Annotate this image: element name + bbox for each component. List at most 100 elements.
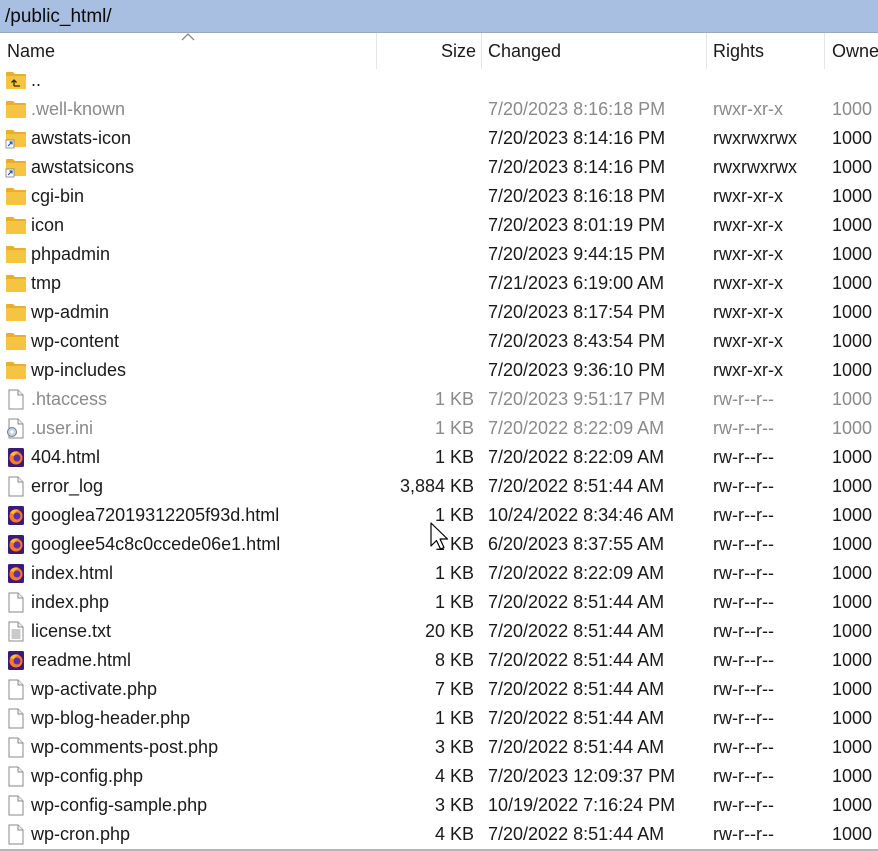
- file-owner: 1000: [832, 418, 873, 438]
- file-icon: [5, 824, 27, 845]
- file-changed: 10/24/2022 8:34:46 AM: [488, 505, 675, 525]
- file-owner: 1000: [832, 244, 873, 264]
- file-row[interactable]: wp-comments-post.php 3 KB 7/20/2022 8:51:4…: [0, 733, 878, 762]
- file-icon: [5, 708, 27, 729]
- file-owner: 1000: [832, 824, 873, 844]
- firefox-html-icon: [5, 534, 27, 555]
- folder-icon: [5, 302, 27, 323]
- file-rights: rw-r--r--: [713, 766, 774, 786]
- file-rights: rw-r--r--: [713, 418, 774, 438]
- file-changed: 7/20/2022 8:51:44 AM: [488, 708, 665, 728]
- folder-icon: [5, 360, 27, 381]
- file-row[interactable]: index.php 1 KB 7/20/2022 8:51:44 AM rw-r--r…: [0, 588, 878, 617]
- file-row[interactable]: cgi-bin 7/20/2023 8:16:18 PM rwxr-xr-x 1000: [0, 182, 878, 211]
- file-name: wp-admin: [31, 302, 110, 322]
- file-row[interactable]: icon 7/20/2023 8:01:19 PM rwxr-xr-x 1000: [0, 211, 878, 240]
- file-owner: 1000: [832, 592, 873, 612]
- file-owner: 1000: [832, 186, 873, 206]
- file-row[interactable]: readme.html 8 KB 7/20/2022 8:51:44 AM rw-r-…: [0, 646, 878, 675]
- file-changed: 7/20/2022 8:22:09 AM: [488, 447, 665, 467]
- file-name: wp-config.php: [31, 766, 144, 786]
- file-owner: 1000: [832, 157, 873, 177]
- folder-icon: [5, 186, 27, 207]
- file-rights: rw-r--r--: [713, 563, 774, 583]
- file-changed: 7/21/2023 6:19:00 AM: [488, 273, 665, 293]
- file-row[interactable]: license.txt 20 KB 7/20/2022 8:51:44 AM rw-r…: [0, 617, 878, 646]
- file-changed: 7/20/2022 8:22:09 AM: [488, 563, 665, 583]
- parent-folder-icon: [5, 70, 27, 91]
- file-changed: 7/20/2022 8:51:44 AM: [488, 476, 665, 496]
- file-name: readme.html: [31, 650, 132, 670]
- file-row[interactable]: phpadmin 7/20/2023 9:44:15 PM rwxr-xr-x 100…: [0, 240, 878, 269]
- file-rights: rw-r--r--: [713, 389, 774, 409]
- file-row[interactable]: 404.html 1 KB 7/20/2022 8:22:09 AM rw-r--r-…: [0, 443, 878, 472]
- column-divider[interactable]: [376, 33, 377, 69]
- file-size: 1 KB: [434, 708, 474, 728]
- firefox-html-icon: [5, 650, 27, 671]
- file-row[interactable]: tmp 7/21/2023 6:19:00 AM rwxr-xr-x 1000: [0, 269, 878, 298]
- file-row[interactable]: awstats-icon 7/20/2023 8:14:16 PM rwxrwxrw…: [0, 124, 878, 153]
- file-name: 404.html: [31, 447, 101, 467]
- file-size: 1 KB: [434, 563, 474, 583]
- file-name: wp-blog-header.php: [31, 708, 191, 728]
- file-row[interactable]: wp-config-sample.php 3 KB 10/19/2022 7:16:…: [0, 791, 878, 820]
- file-row[interactable]: wp-cron.php 4 KB 7/20/2022 8:51:44 AM rw-r-…: [0, 820, 878, 849]
- file-row[interactable]: wp-config.php 4 KB 7/20/2023 12:09:37 PM rw…: [0, 762, 878, 791]
- file-name: wp-config-sample.php: [31, 795, 208, 815]
- column-divider[interactable]: [824, 33, 825, 69]
- column-header-changed[interactable]: Changed: [488, 33, 561, 69]
- file-owner: 1000: [832, 360, 873, 380]
- column-divider[interactable]: [481, 33, 482, 69]
- file-row[interactable]: .well-known 7/20/2023 8:16:18 PM rwxr-xr-x…: [0, 95, 878, 124]
- mouse-pointer-icon: [430, 522, 449, 550]
- file-row[interactable]: wp-admin 7/20/2023 8:17:54 PM rwxr-xr-x 100…: [0, 298, 878, 327]
- file-changed: 7/20/2022 8:51:44 AM: [488, 737, 665, 757]
- file-size: 7 KB: [434, 679, 474, 699]
- file-row[interactable]: ..: [0, 66, 878, 95]
- file-icon: [5, 679, 27, 700]
- column-header-owner[interactable]: Owne: [832, 33, 878, 69]
- path-text: /public_html/: [5, 6, 112, 27]
- file-rights: rwxr-xr-x: [713, 273, 783, 293]
- file-name: error_log: [31, 476, 104, 496]
- file-row[interactable]: wp-content 7/20/2023 8:43:54 PM rwxr-xr-x 1…: [0, 327, 878, 356]
- file-owner: 1000: [832, 679, 873, 699]
- file-owner: 1000: [832, 447, 873, 467]
- file-icon: [5, 766, 27, 787]
- file-icon: [5, 476, 27, 497]
- file-row[interactable]: .user.ini 1 KB 7/20/2022 8:22:09 AM rw-r--r…: [0, 414, 878, 443]
- file-row[interactable]: .htaccess 1 KB 7/20/2023 9:51:17 PM rw-r--r…: [0, 385, 878, 414]
- settings-file-icon: [5, 418, 27, 439]
- file-row[interactable]: wp-activate.php 7 KB 7/20/2022 8:51:44 AM r…: [0, 675, 878, 704]
- path-bar[interactable]: /public_html/: [0, 0, 878, 33]
- file-owner: 1000: [832, 563, 873, 583]
- file-size: 3,884 KB: [399, 476, 474, 496]
- column-divider[interactable]: [706, 33, 707, 69]
- file-size: 1 KB: [434, 389, 474, 409]
- file-owner: 1000: [832, 650, 873, 670]
- file-rights: rwxr-xr-x: [713, 360, 783, 380]
- file-name: wp-activate.php: [31, 679, 158, 699]
- column-header-row: Name Size Changed Rights Owne: [0, 33, 878, 69]
- file-rights: rwxrwxrwx: [713, 157, 797, 177]
- firefox-html-icon: [5, 447, 27, 468]
- file-row[interactable]: index.html 1 KB 7/20/2022 8:22:09 AM rw-r--…: [0, 559, 878, 588]
- file-owner: 1000: [832, 708, 873, 728]
- file-icon: [5, 795, 27, 816]
- file-size: 1 KB: [434, 447, 474, 467]
- file-row[interactable]: wp-blog-header.php 1 KB 7/20/2022 8:51:44 …: [0, 704, 878, 733]
- file-row[interactable]: awstatsicons 7/20/2023 8:14:16 PM rwxrwxrw…: [0, 153, 878, 182]
- file-changed: 7/20/2023 12:09:37 PM: [488, 766, 676, 786]
- file-name: license.txt: [31, 621, 112, 641]
- column-header-size[interactable]: Size: [441, 33, 476, 69]
- file-owner: 1000: [832, 331, 873, 351]
- folder-shortcut-icon: [5, 128, 27, 149]
- file-name: googlea72019312205f93d.html: [31, 505, 280, 525]
- file-row[interactable]: wp-includes 7/20/2023 9:36:10 PM rwxr-xr-x…: [0, 356, 878, 385]
- file-list: .. .well-known 7/20/2023 8:16:18 PM rwxr-xr…: [0, 66, 878, 851]
- column-header-name[interactable]: Name: [7, 33, 55, 69]
- file-changed: 7/20/2023 8:17:54 PM: [488, 302, 666, 322]
- column-header-rights[interactable]: Rights: [713, 33, 764, 69]
- file-name: .well-known: [31, 99, 126, 119]
- file-row[interactable]: error_log 3,884 KB 7/20/2022 8:51:44 AM rw-…: [0, 472, 878, 501]
